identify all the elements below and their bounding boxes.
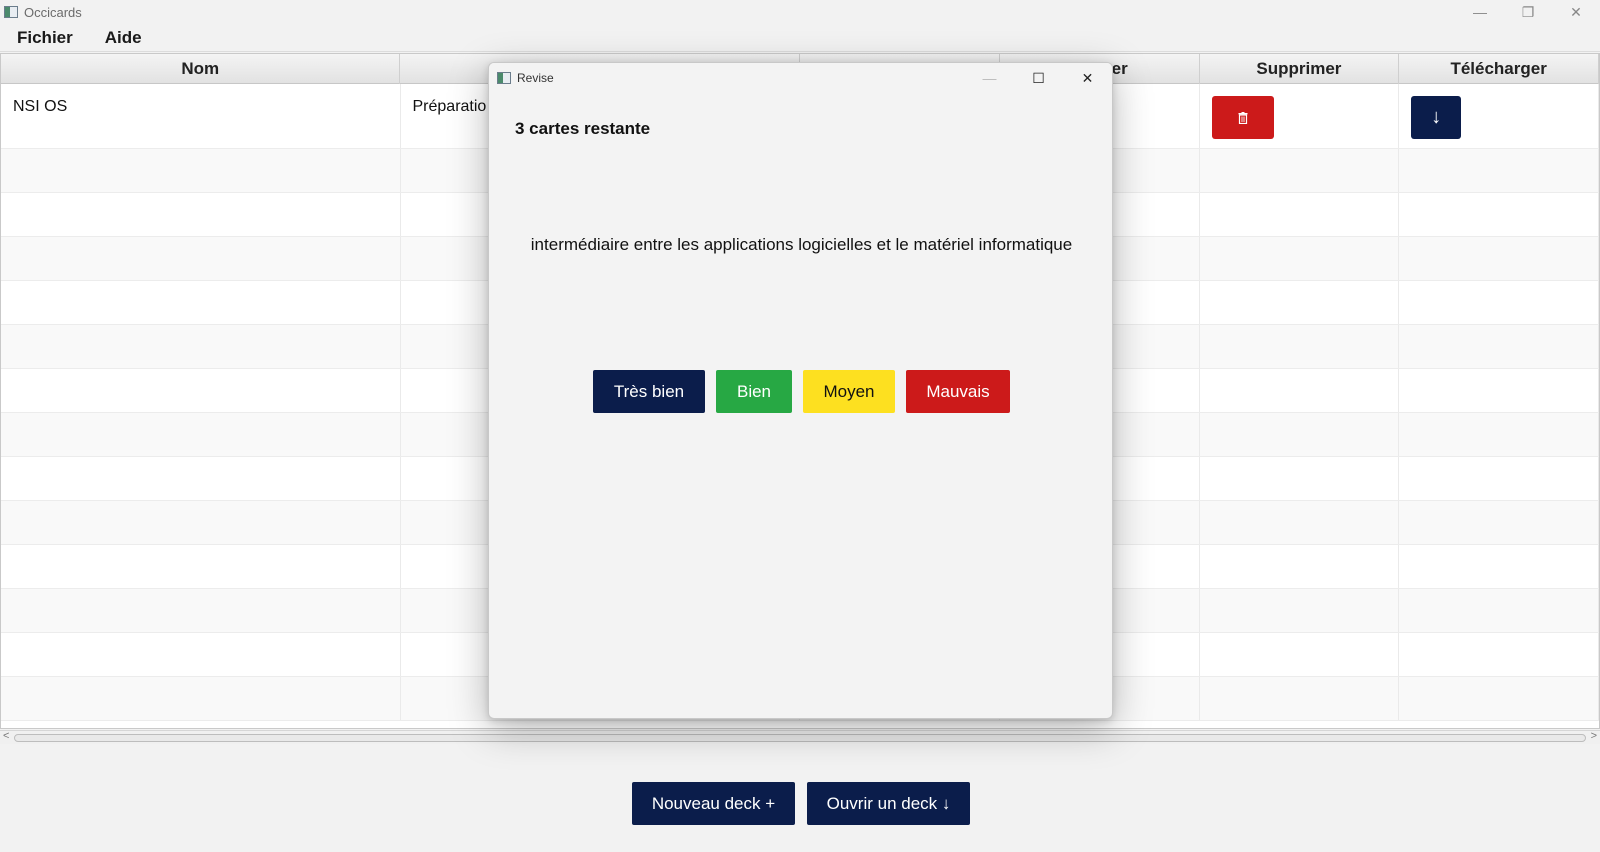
- column-header-supprimer[interactable]: Supprimer: [1200, 54, 1400, 84]
- trash-icon: [1238, 111, 1247, 124]
- scroll-right-icon[interactable]: >: [1591, 730, 1597, 742]
- grade-bien-button[interactable]: Bien: [716, 370, 792, 413]
- card-question-text: intermédiaire entre les applications log…: [530, 235, 1073, 254]
- app-icon: [4, 6, 18, 18]
- dialog-minimize-icon[interactable]: —: [965, 63, 1014, 93]
- deck-name: NSI OS: [13, 98, 68, 115]
- column-header-telecharger[interactable]: Télécharger: [1399, 54, 1599, 84]
- close-icon[interactable]: ✕: [1552, 0, 1600, 24]
- grade-tres-bien-button[interactable]: Très bien: [593, 370, 705, 413]
- open-deck-button[interactable]: Ouvrir un deck ↓: [807, 782, 970, 825]
- remaining-cards-label: 3 cartes restante: [515, 119, 651, 138]
- grade-mauvais-button[interactable]: Mauvais: [906, 370, 1010, 413]
- window-controls: — ❐ ✕: [1456, 0, 1600, 24]
- app-title: Occicards: [24, 4, 82, 20]
- scrollbar-thumb[interactable]: [14, 734, 1586, 742]
- horizontal-scrollbar[interactable]: < >: [0, 730, 1600, 744]
- dialog-titlebar: Revise — ☐ ✕: [489, 63, 1112, 93]
- column-header-nom[interactable]: Nom: [1, 54, 401, 84]
- dialog-title: Revise: [517, 71, 554, 85]
- minimize-icon[interactable]: —: [1456, 0, 1504, 24]
- restore-icon[interactable]: ❐: [1504, 0, 1552, 24]
- download-deck-button[interactable]: ↓: [1411, 96, 1462, 139]
- dialog-maximize-icon[interactable]: ☐: [1014, 63, 1063, 93]
- delete-deck-button[interactable]: [1211, 96, 1274, 139]
- menu-fichier[interactable]: Fichier: [0, 28, 88, 48]
- grade-moyen-button[interactable]: Moyen: [803, 370, 895, 413]
- menu-aide[interactable]: Aide: [88, 28, 157, 48]
- scroll-left-icon[interactable]: <: [3, 730, 9, 742]
- deck-description: Préparatio: [412, 98, 487, 115]
- app-titlebar: Occicards — ❐ ✕: [0, 0, 1600, 24]
- dialog-window-controls: — ☐ ✕: [965, 63, 1112, 93]
- download-arrow-icon: ↓: [1431, 106, 1442, 128]
- new-deck-button[interactable]: Nouveau deck +: [632, 782, 795, 825]
- menu-bar: Fichier Aide: [0, 24, 1600, 52]
- revise-dialog: Revise — ☐ ✕ 3 cartes restante intermédi…: [488, 62, 1113, 719]
- dialog-close-icon[interactable]: ✕: [1063, 63, 1112, 93]
- dialog-app-icon: [497, 72, 511, 84]
